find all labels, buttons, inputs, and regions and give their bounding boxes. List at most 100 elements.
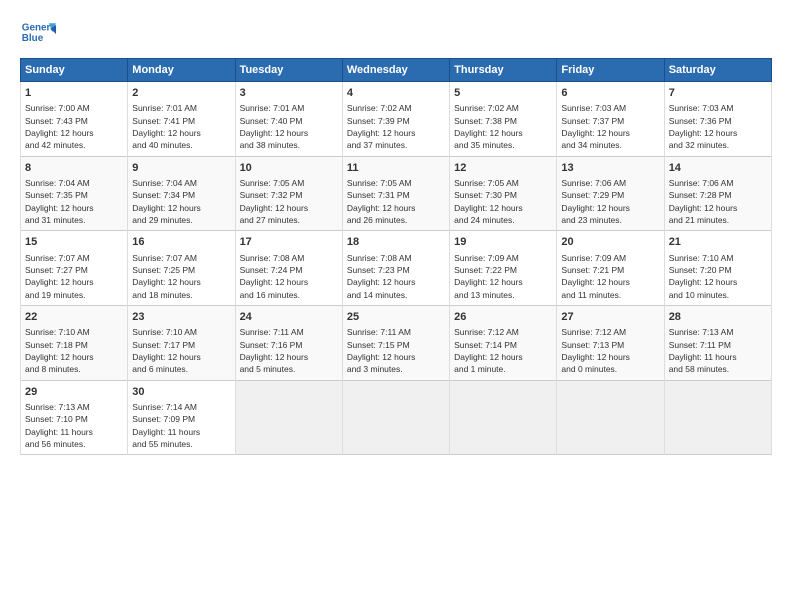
calendar-cell: 13Sunrise: 7:06 AMSunset: 7:29 PMDayligh… [557, 156, 664, 231]
cell-sun-info: Sunrise: 7:01 AMSunset: 7:40 PMDaylight:… [240, 102, 338, 151]
day-number: 25 [347, 310, 445, 325]
cell-sun-info: Sunrise: 7:02 AMSunset: 7:39 PMDaylight:… [347, 102, 445, 151]
logo: General Blue [20, 16, 56, 52]
day-header-tuesday: Tuesday [235, 59, 342, 82]
day-number: 11 [347, 161, 445, 176]
day-number: 22 [25, 310, 123, 325]
calendar-cell: 14Sunrise: 7:06 AMSunset: 7:28 PMDayligh… [664, 156, 771, 231]
cell-sun-info: Sunrise: 7:03 AMSunset: 7:36 PMDaylight:… [669, 102, 767, 151]
logo-icon: General Blue [20, 16, 56, 52]
day-number: 13 [561, 161, 659, 176]
calendar-week-row: 29Sunrise: 7:13 AMSunset: 7:10 PMDayligh… [21, 380, 772, 455]
cell-sun-info: Sunrise: 7:06 AMSunset: 7:28 PMDaylight:… [669, 177, 767, 226]
cell-sun-info: Sunrise: 7:07 AMSunset: 7:27 PMDaylight:… [25, 252, 123, 301]
day-number: 30 [132, 385, 230, 400]
day-header-wednesday: Wednesday [342, 59, 449, 82]
calendar-cell: 3Sunrise: 7:01 AMSunset: 7:40 PMDaylight… [235, 82, 342, 157]
day-number: 8 [25, 161, 123, 176]
cell-sun-info: Sunrise: 7:05 AMSunset: 7:32 PMDaylight:… [240, 177, 338, 226]
calendar-cell: 2Sunrise: 7:01 AMSunset: 7:41 PMDaylight… [128, 82, 235, 157]
day-number: 3 [240, 86, 338, 101]
cell-sun-info: Sunrise: 7:11 AMSunset: 7:16 PMDaylight:… [240, 326, 338, 375]
cell-sun-info: Sunrise: 7:01 AMSunset: 7:41 PMDaylight:… [132, 102, 230, 151]
calendar-cell: 4Sunrise: 7:02 AMSunset: 7:39 PMDaylight… [342, 82, 449, 157]
cell-sun-info: Sunrise: 7:12 AMSunset: 7:13 PMDaylight:… [561, 326, 659, 375]
cell-sun-info: Sunrise: 7:03 AMSunset: 7:37 PMDaylight:… [561, 102, 659, 151]
calendar-week-row: 8Sunrise: 7:04 AMSunset: 7:35 PMDaylight… [21, 156, 772, 231]
day-number: 7 [669, 86, 767, 101]
cell-sun-info: Sunrise: 7:08 AMSunset: 7:23 PMDaylight:… [347, 252, 445, 301]
calendar-cell: 18 Sunrise: 7:08 AMSunset: 7:23 PMDayligh… [342, 231, 449, 306]
day-number: 21 [669, 235, 767, 250]
day-number: 17 [240, 235, 338, 250]
day-number: 29 [25, 385, 123, 400]
day-number: 2 [132, 86, 230, 101]
day-number: 15 [25, 235, 123, 250]
day-number: 26 [454, 310, 552, 325]
day-number: 4 [347, 86, 445, 101]
cell-sun-info: Sunrise: 7:04 AMSunset: 7:35 PMDaylight:… [25, 177, 123, 226]
calendar-cell [235, 380, 342, 455]
cell-sun-info: Sunrise: 7:12 AMSunset: 7:14 PMDaylight:… [454, 326, 552, 375]
cell-sun-info: Sunrise: 7:05 AMSunset: 7:30 PMDaylight:… [454, 177, 552, 226]
calendar-cell: 24Sunrise: 7:11 AMSunset: 7:16 PMDayligh… [235, 305, 342, 380]
calendar-cell: 12Sunrise: 7:05 AMSunset: 7:30 PMDayligh… [450, 156, 557, 231]
day-header-saturday: Saturday [664, 59, 771, 82]
day-number: 28 [669, 310, 767, 325]
calendar-cell: 10Sunrise: 7:05 AMSunset: 7:32 PMDayligh… [235, 156, 342, 231]
calendar-cell [450, 380, 557, 455]
day-number: 18 [347, 235, 445, 250]
calendar-cell [557, 380, 664, 455]
calendar-cell: 27Sunrise: 7:12 AMSunset: 7:13 PMDayligh… [557, 305, 664, 380]
day-number: 5 [454, 86, 552, 101]
day-header-friday: Friday [557, 59, 664, 82]
calendar-cell: 7Sunrise: 7:03 AMSunset: 7:36 PMDaylight… [664, 82, 771, 157]
calendar-week-row: 22Sunrise: 7:10 AMSunset: 7:18 PMDayligh… [21, 305, 772, 380]
main-container: General Blue SundayMondayTuesdayWednesda… [0, 0, 792, 465]
cell-sun-info: Sunrise: 7:10 AMSunset: 7:18 PMDaylight:… [25, 326, 123, 375]
calendar-cell: 5Sunrise: 7:02 AMSunset: 7:38 PMDaylight… [450, 82, 557, 157]
cell-sun-info: Sunrise: 7:05 AMSunset: 7:31 PMDaylight:… [347, 177, 445, 226]
cell-sun-info: Sunrise: 7:00 AMSunset: 7:43 PMDaylight:… [25, 102, 123, 151]
day-number: 6 [561, 86, 659, 101]
svg-text:Blue: Blue [22, 33, 44, 44]
calendar-cell: 1Sunrise: 7:00 AMSunset: 7:43 PMDaylight… [21, 82, 128, 157]
calendar-cell: 6Sunrise: 7:03 AMSunset: 7:37 PMDaylight… [557, 82, 664, 157]
header: General Blue [20, 16, 772, 52]
day-number: 9 [132, 161, 230, 176]
day-header-sunday: Sunday [21, 59, 128, 82]
calendar-cell: 19 Sunrise: 7:09 AMSunset: 7:22 PMDayligh… [450, 231, 557, 306]
calendar-cell: 9Sunrise: 7:04 AMSunset: 7:34 PMDaylight… [128, 156, 235, 231]
cell-sun-info: Sunrise: 7:09 AMSunset: 7:22 PMDaylight:… [454, 252, 552, 301]
calendar-cell: 28Sunrise: 7:13 AMSunset: 7:11 PMDayligh… [664, 305, 771, 380]
calendar-cell: 30Sunrise: 7:14 AMSunset: 7:09 PMDayligh… [128, 380, 235, 455]
calendar-cell: 23Sunrise: 7:10 AMSunset: 7:17 PMDayligh… [128, 305, 235, 380]
day-number: 24 [240, 310, 338, 325]
calendar-week-row: 1Sunrise: 7:00 AMSunset: 7:43 PMDaylight… [21, 82, 772, 157]
calendar-header-row: SundayMondayTuesdayWednesdayThursdayFrid… [21, 59, 772, 82]
calendar-cell [342, 380, 449, 455]
cell-sun-info: Sunrise: 7:04 AMSunset: 7:34 PMDaylight:… [132, 177, 230, 226]
calendar-week-row: 15 Sunrise: 7:07 AMSunset: 7:27 PMDayligh… [21, 231, 772, 306]
calendar-cell: 26Sunrise: 7:12 AMSunset: 7:14 PMDayligh… [450, 305, 557, 380]
calendar-cell: 20Sunrise: 7:09 AMSunset: 7:21 PMDayligh… [557, 231, 664, 306]
calendar-cell: 8Sunrise: 7:04 AMSunset: 7:35 PMDaylight… [21, 156, 128, 231]
day-number: 19 [454, 235, 552, 250]
cell-sun-info: Sunrise: 7:13 AMSunset: 7:11 PMDaylight:… [669, 326, 767, 375]
cell-sun-info: Sunrise: 7:14 AMSunset: 7:09 PMDaylight:… [132, 401, 230, 450]
day-header-thursday: Thursday [450, 59, 557, 82]
day-header-monday: Monday [128, 59, 235, 82]
calendar-cell: 25Sunrise: 7:11 AMSunset: 7:15 PMDayligh… [342, 305, 449, 380]
cell-sun-info: Sunrise: 7:08 AMSunset: 7:24 PMDaylight:… [240, 252, 338, 301]
cell-sun-info: Sunrise: 7:13 AMSunset: 7:10 PMDaylight:… [25, 401, 123, 450]
calendar-cell: 21Sunrise: 7:10 AMSunset: 7:20 PMDayligh… [664, 231, 771, 306]
calendar-cell [664, 380, 771, 455]
cell-sun-info: Sunrise: 7:06 AMSunset: 7:29 PMDaylight:… [561, 177, 659, 226]
calendar-cell: 11Sunrise: 7:05 AMSunset: 7:31 PMDayligh… [342, 156, 449, 231]
calendar-cell: 16Sunrise: 7:07 AMSunset: 7:25 PMDayligh… [128, 231, 235, 306]
calendar-cell: 29Sunrise: 7:13 AMSunset: 7:10 PMDayligh… [21, 380, 128, 455]
calendar-cell: 22Sunrise: 7:10 AMSunset: 7:18 PMDayligh… [21, 305, 128, 380]
day-number: 20 [561, 235, 659, 250]
cell-sun-info: Sunrise: 7:11 AMSunset: 7:15 PMDaylight:… [347, 326, 445, 375]
day-number: 12 [454, 161, 552, 176]
